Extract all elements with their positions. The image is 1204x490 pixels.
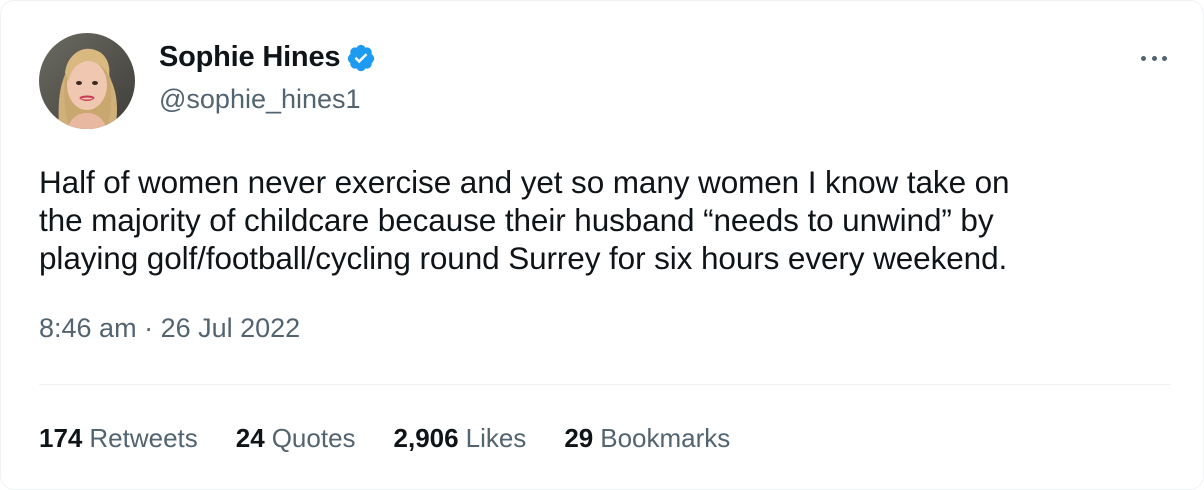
avatar[interactable] xyxy=(39,33,135,129)
stat-bookmarks[interactable]: 29 Bookmarks xyxy=(564,423,730,454)
likes-count: 2,906 xyxy=(393,423,459,453)
verified-badge-icon xyxy=(346,43,376,73)
stat-quotes[interactable]: 24 Quotes xyxy=(236,423,356,454)
author-handle[interactable]: @sophie_hines1 xyxy=(159,84,361,115)
quotes-count: 24 xyxy=(235,423,265,453)
retweets-label: Retweets xyxy=(89,423,198,453)
divider xyxy=(39,384,1171,385)
likes-label: Likes xyxy=(465,423,527,453)
quotes-label: Quotes xyxy=(271,423,356,453)
dot xyxy=(1162,55,1167,61)
tweet-text-line: Half of women never exercise and yet so … xyxy=(39,164,1010,200)
bookmarks-label: Bookmarks xyxy=(600,423,731,453)
tweet-time: 8:46 am xyxy=(39,313,137,343)
stat-likes[interactable]: 2,906 Likes xyxy=(394,423,527,454)
author-display-name[interactable]: Sophie Hines xyxy=(159,41,341,74)
avatar-photo xyxy=(39,33,135,129)
tweet-text: Half of women never exercise and yet so … xyxy=(39,163,1169,277)
tweet-text-line: the majority of childcare because their … xyxy=(39,202,994,238)
dot xyxy=(1141,55,1146,61)
timestamp-separator: · xyxy=(136,313,161,343)
bookmarks-count: 29 xyxy=(564,423,594,453)
stat-retweets[interactable]: 174 Retweets xyxy=(39,423,198,454)
author-name-row: Sophie Hines xyxy=(159,41,376,74)
retweets-count: 174 xyxy=(39,423,83,453)
tweet-date: 26 Jul 2022 xyxy=(160,313,301,343)
tweet-card: Sophie Hines @sophie_hines1 Half of wome… xyxy=(0,0,1204,490)
more-dots-icon[interactable] xyxy=(1141,45,1167,71)
tweet-timestamp[interactable]: 8:46 am · 26 Jul 2022 xyxy=(39,313,300,344)
dot xyxy=(1151,55,1157,61)
tweet-text-line: playing golf/football/cycling round Surr… xyxy=(39,240,1008,276)
engagement-stats: 174 Retweets 24 Quotes 2,906 Likes 29 Bo… xyxy=(39,423,730,454)
